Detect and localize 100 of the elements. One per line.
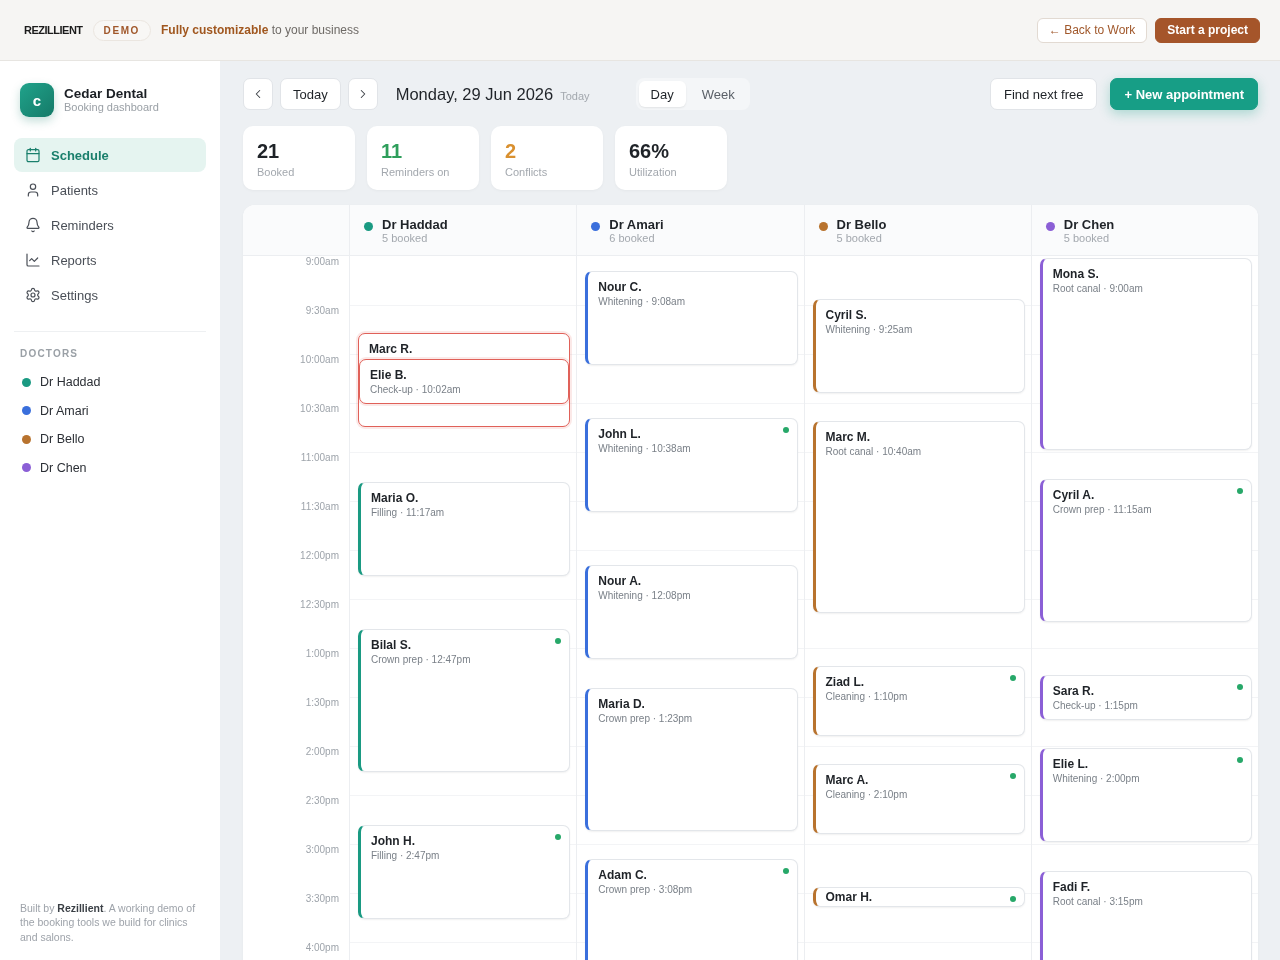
time-label: 12:00pm — [300, 550, 339, 562]
appointment-detail: Whitening · 10:38am — [598, 442, 691, 456]
patient-name: Maria O. — [371, 490, 419, 506]
date-hint: Today — [560, 90, 590, 102]
appointment-card[interactable]: Nour C. Whitening · 9:08am — [585, 271, 798, 366]
nav-item[interactable]: Patients — [14, 173, 206, 207]
appointment-card[interactable]: Ziad L. Cleaning · 1:10pm — [812, 666, 1025, 736]
stat-label: Booked — [257, 166, 295, 179]
appointment-card[interactable]: Omar H. — [812, 886, 1025, 908]
nav-item[interactable]: Reports — [14, 243, 206, 277]
doctor-filter-item[interactable]: Dr Bello — [14, 425, 89, 454]
patient-name: Nour C. — [598, 280, 642, 296]
appointment-card[interactable]: Elie L. Whitening · 2:00pm — [1039, 748, 1252, 842]
appointment-detail: Whitening · 2:00pm — [1052, 772, 1140, 785]
patient-name: Maria D. — [598, 696, 645, 712]
time-label: 11:30am — [300, 501, 339, 513]
time-label: 10:30am — [300, 403, 339, 415]
appointment-detail: Crown prep · 3:08pm — [598, 883, 693, 897]
demo-tag: DEMO — [92, 19, 151, 41]
appointment-card[interactable]: Maria O. Filling · 11:17am — [358, 481, 571, 576]
appointment-card[interactable]: Marc R. Elie B. Check-up · 10:02am — [358, 333, 571, 428]
patient-name: Fadi F. — [1052, 879, 1091, 895]
doctor-name: Dr Amari — [609, 217, 664, 232]
back-button[interactable]: ← Back to Work — [1036, 17, 1148, 43]
appointment-card[interactable]: John H. Filling · 2:47pm — [358, 824, 571, 919]
booking-count: 5 booked — [836, 232, 883, 245]
appointment-card[interactable]: Sara R. Check-up · 1:15pm — [1039, 674, 1252, 720]
appointment-card[interactable]: Cyril A. Crown prep · 11:15am — [1039, 478, 1252, 622]
stat-value: 66% — [629, 139, 670, 163]
clinic-name: Cedar Dental — [64, 86, 149, 101]
clinic-logo: c — [20, 83, 54, 117]
next-day-button[interactable] — [347, 78, 378, 110]
patient-name: John H. — [371, 833, 415, 849]
view-tab[interactable]: Week — [689, 81, 747, 107]
appointment-detail: Cleaning · 1:10pm — [825, 690, 908, 704]
nav-item[interactable]: Settings — [14, 278, 206, 312]
patient-name: Elie B. — [370, 367, 407, 383]
appointment-detail: Root canal · 9:00am — [1052, 282, 1143, 295]
time-label: 9:00am — [305, 256, 339, 268]
nav-item[interactable]: Schedule — [14, 138, 206, 172]
appointment-card[interactable]: Fadi F. Root canal · 3:15pm — [1039, 870, 1252, 960]
previous-day-button[interactable] — [243, 78, 273, 110]
patient-name: John L. — [598, 427, 641, 443]
patient-name: Elie L. — [1052, 757, 1089, 772]
doctor-name: Dr Chen — [1063, 217, 1115, 232]
doctor-filter-item[interactable]: Dr Amari — [14, 396, 93, 425]
appointment-detail: Crown prep · 1:23pm — [598, 711, 693, 725]
booking-count: 5 booked — [1063, 232, 1110, 245]
clinic-subtitle: Booking dashboard — [64, 101, 159, 114]
stat-value: 11 — [381, 139, 403, 163]
find-free-slot-button[interactable]: Find next free — [989, 78, 1098, 110]
line-chart-icon — [25, 252, 41, 268]
appointment-card[interactable]: John L. Whitening · 10:38am — [585, 418, 798, 513]
patient-name: Adam C. — [598, 868, 647, 884]
appointment-card[interactable]: Elie B. Check-up · 10:02am — [359, 358, 570, 404]
settings-icon — [25, 287, 41, 303]
time-label: 2:00pm — [305, 746, 339, 758]
view-tab[interactable]: Day — [638, 81, 686, 107]
appointment-detail: Root canal · 3:15pm — [1052, 894, 1143, 908]
time-label: 3:00pm — [305, 844, 339, 856]
booking-count: 5 booked — [382, 232, 429, 245]
time-label: 9:30am — [305, 305, 339, 317]
brand-logo: REZILLIENT — [24, 24, 83, 36]
appointment-detail: Whitening · 12:08pm — [598, 589, 691, 603]
tagline: Fully customizable to your business — [160, 23, 360, 37]
start-project-button[interactable]: Start a project — [1155, 17, 1260, 43]
doctor-filter-item[interactable]: Dr Haddad — [14, 368, 105, 397]
appointment-card[interactable]: Marc M. Root canal · 10:40am — [812, 421, 1025, 614]
appointment-detail: Filling · 11:17am — [371, 505, 445, 519]
bell-icon — [25, 217, 41, 233]
stat-value: 21 — [257, 139, 280, 163]
doctor-filter-item[interactable]: Dr Chen — [14, 453, 91, 482]
time-label: 2:30pm — [305, 795, 339, 807]
time-label: 12:30pm — [300, 599, 339, 611]
time-label: 11:00am — [300, 452, 339, 464]
appointment-card[interactable]: Nour A. Whitening · 12:08pm — [585, 565, 798, 660]
appointment-card[interactable]: Adam C. Crown prep · 3:08pm — [585, 859, 798, 960]
section-heading: DOCTORS — [19, 348, 80, 359]
appointment-detail: Crown prep · 11:15am — [1052, 502, 1152, 516]
appointment-card[interactable]: Maria D. Crown prep · 1:23pm — [585, 687, 798, 831]
appointment-card[interactable]: Marc A. Cleaning · 2:10pm — [812, 764, 1025, 834]
appointment-detail: Root canal · 10:40am — [825, 445, 922, 459]
patient-name: Mona S. — [1052, 267, 1099, 282]
appointment-detail: Crown prep · 12:47pm — [371, 652, 471, 666]
stat-label: Reminders on — [381, 166, 450, 179]
stat-label: Utilization — [629, 166, 677, 179]
appointment-card[interactable]: Cyril S. Whitening · 9:25am — [812, 298, 1025, 393]
date-title: Monday, 29 Jun 2026 — [395, 84, 554, 104]
nav-item[interactable]: Reminders — [14, 208, 206, 242]
patient-name: Sara R. — [1052, 683, 1095, 699]
appointment-detail: Whitening · 9:08am — [598, 295, 685, 309]
appointment-detail: Cleaning · 2:10pm — [825, 788, 908, 802]
today-button[interactable]: Today — [280, 78, 341, 110]
patient-name: Cyril S. — [825, 307, 867, 323]
patient-name: Cyril A. — [1052, 487, 1095, 503]
time-label: 10:00am — [300, 354, 339, 366]
person-icon — [25, 182, 41, 198]
patient-name: Marc A. — [825, 773, 869, 789]
appointment-card[interactable]: Bilal S. Crown prep · 12:47pm — [358, 628, 571, 772]
appointment-card[interactable]: Mona S. Root canal · 9:00am — [1039, 258, 1252, 450]
